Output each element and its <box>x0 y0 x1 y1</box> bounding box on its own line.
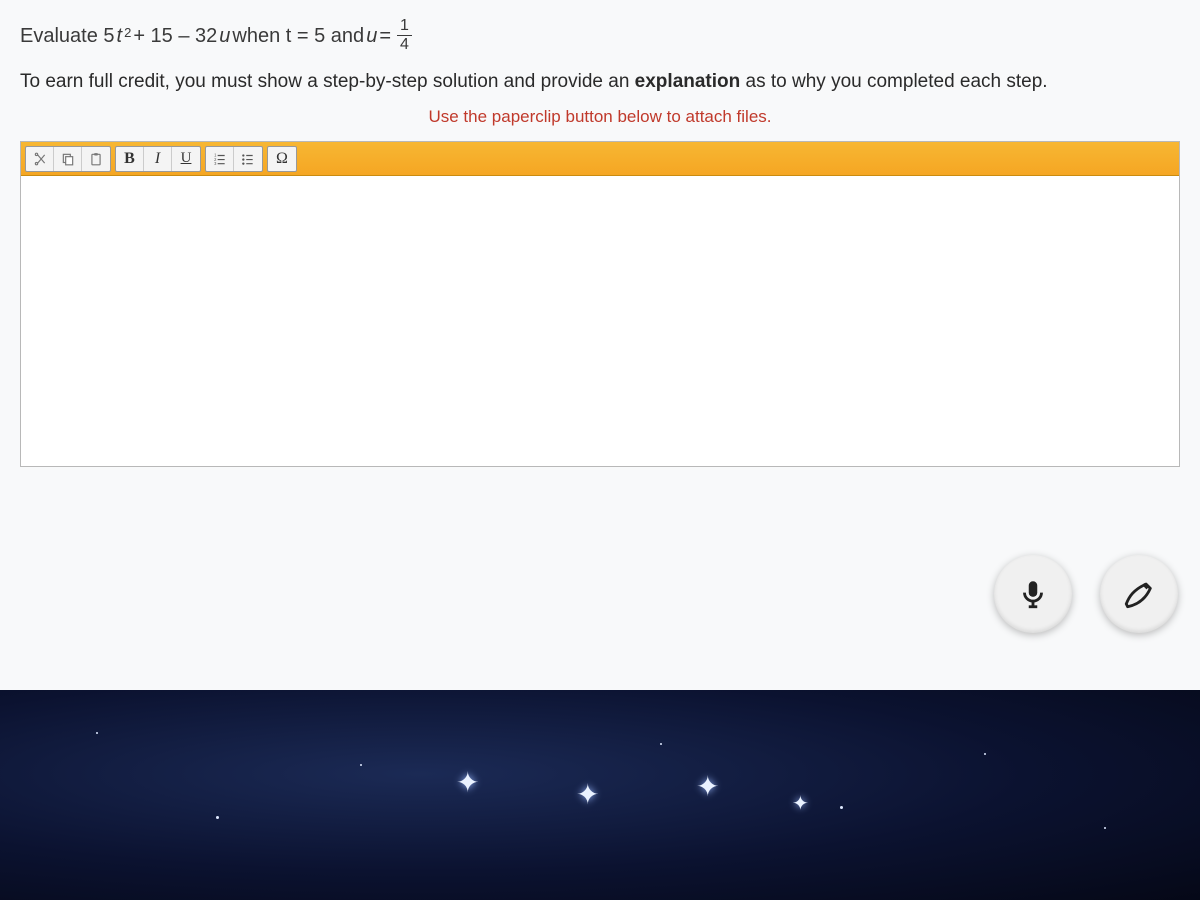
var-u2: u <box>366 20 377 52</box>
paste-button[interactable] <box>82 146 110 172</box>
fraction-denominator: 4 <box>397 35 412 53</box>
clipboard-group <box>25 146 111 172</box>
copy-icon <box>61 152 75 166</box>
unordered-list-button[interactable] <box>234 146 262 172</box>
scissors-icon <box>33 152 47 166</box>
question-text: when t = 5 and <box>232 20 364 52</box>
editor-toolbar: B I U 123 Ω <box>21 142 1179 176</box>
attach-hint: Use the paperclip button below to attach… <box>0 99 1200 141</box>
var-t: t <box>117 20 123 52</box>
microphone-button[interactable] <box>994 555 1072 633</box>
ordered-list-icon: 123 <box>213 152 227 166</box>
ordered-list-button[interactable]: 123 <box>206 146 234 172</box>
fraction-numerator: 1 <box>397 18 412 35</box>
list-group: 123 <box>205 146 263 172</box>
editor-textarea[interactable] <box>21 176 1179 466</box>
desktop-wallpaper: ✦ ✦ ✦ ✦ <box>0 690 1200 900</box>
instruction-text: To earn full credit, you must show a ste… <box>0 63 1200 99</box>
special-char-button[interactable]: Ω <box>268 146 296 172</box>
draw-button[interactable] <box>1100 555 1178 633</box>
var-u: u <box>219 20 230 52</box>
clipboard-icon <box>89 152 103 166</box>
question-text: + 15 – 32 <box>133 20 217 52</box>
format-group: B I U <box>115 146 201 172</box>
underline-button[interactable]: U <box>172 146 200 172</box>
microphone-icon <box>1016 577 1050 611</box>
floating-actions <box>994 555 1178 633</box>
equals: = <box>379 20 391 52</box>
question-text: Evaluate 5 <box>20 20 115 52</box>
bold-button[interactable]: B <box>116 146 144 172</box>
fraction: 1 4 <box>397 18 412 53</box>
question-prompt: Evaluate 5t2 + 15 – 32u when t = 5 and u… <box>0 0 1200 63</box>
instruction-emphasis: explanation <box>635 71 741 92</box>
bullet-list-icon <box>241 152 255 166</box>
pencil-icon <box>1122 577 1156 611</box>
italic-button[interactable]: I <box>144 146 172 172</box>
copy-button[interactable] <box>54 146 82 172</box>
cut-button[interactable] <box>26 146 54 172</box>
rich-text-editor: B I U 123 Ω <box>20 141 1180 467</box>
exponent: 2 <box>124 23 131 44</box>
svg-text:3: 3 <box>214 160 217 165</box>
symbol-group: Ω <box>267 146 297 172</box>
